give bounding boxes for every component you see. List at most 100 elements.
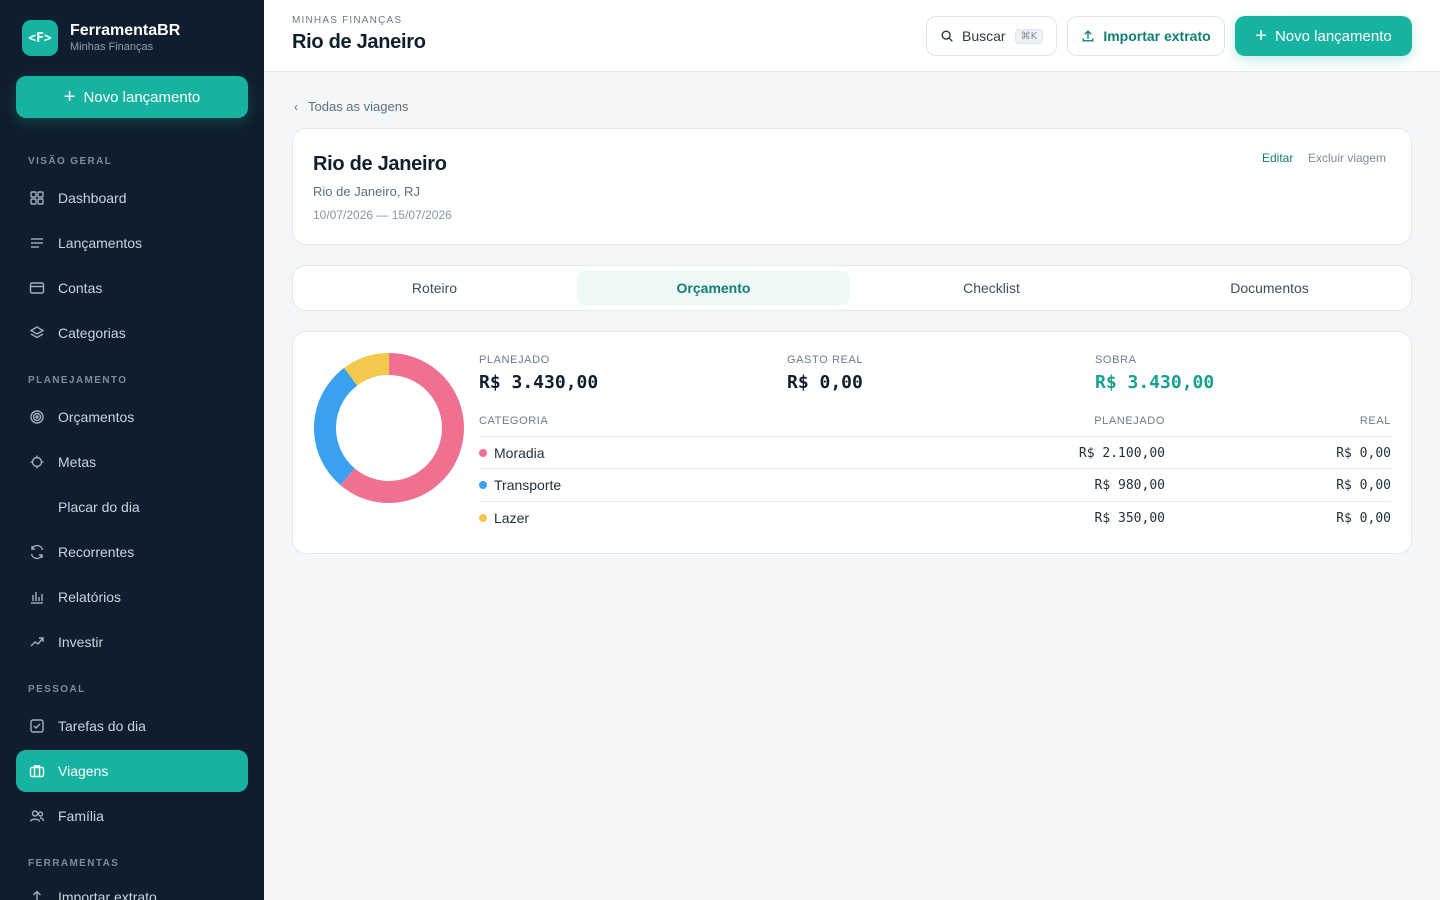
tab-orcamento[interactable]: Orçamento	[577, 271, 850, 305]
refresh-icon	[28, 543, 46, 561]
sidebar-item-relatorios[interactable]: Relatórios	[16, 576, 248, 618]
spent-total-value: R$ 0,00	[787, 372, 863, 393]
brand-name: FerramentaBR	[70, 22, 181, 39]
sidebar-item-investir[interactable]: Investir	[16, 621, 248, 663]
category-name: Moradia	[494, 445, 545, 461]
category-color-dot	[479, 449, 487, 457]
sidebar-item-label: Metas	[58, 454, 97, 470]
list-icon	[28, 234, 46, 252]
upload-icon	[28, 888, 46, 900]
upload-icon	[1082, 30, 1094, 42]
real-amount: R$ 0,00	[1336, 511, 1391, 526]
sidebar-item-label: Dashboard	[58, 190, 127, 206]
sidebar-item-importar-extrato[interactable]: Importar extrato	[16, 876, 248, 900]
planned-amount: R$ 350,00	[1094, 511, 1165, 526]
back-link-label: Todas as viagens	[308, 99, 409, 114]
column-header-category: CATEGORIA	[479, 415, 549, 427]
sidebar-new-entry-button[interactable]: + Novo lançamento	[16, 76, 248, 118]
search-shortcut-badge: ⌘K	[1014, 28, 1044, 44]
plus-icon: +	[1255, 25, 1267, 47]
sidebar-item-label: Orçamentos	[58, 409, 135, 425]
new-entry-label: Novo lançamento	[1274, 27, 1392, 45]
column-header-real: REAL	[1359, 415, 1391, 427]
section-label-overview: VISÃO GERAL	[28, 156, 113, 167]
sidebar-item-label: Viagens	[58, 763, 109, 779]
sidebar-item-orcamentos[interactable]: Orçamentos	[16, 396, 248, 438]
category-color-dot	[479, 481, 487, 489]
sidebar-item-metas[interactable]: Metas	[16, 441, 248, 483]
layers-icon	[28, 324, 46, 342]
sidebar-item-label: Categorias	[58, 325, 126, 341]
sidebar-item-label: Lançamentos	[58, 235, 143, 251]
back-to-trips-link[interactable]: ‹ Todas as viagens	[294, 99, 408, 114]
edit-trip-link[interactable]: Editar	[1262, 151, 1293, 165]
remaining-total-label: SOBRA	[1095, 354, 1137, 366]
column-header-planned: PLANEJADO	[1094, 415, 1165, 427]
sidebar-item-tarefas-do-dia[interactable]: Tarefas do dia	[16, 705, 248, 747]
checkbox-icon	[28, 717, 46, 735]
sidebar-item-lancamentos[interactable]: Lançamentos	[16, 222, 248, 264]
table-row: Transporte R$ 980,00 R$ 0,00	[479, 468, 1391, 501]
sidebar-item-label: Placar do dia	[58, 499, 140, 515]
bar-chart-icon	[28, 588, 46, 606]
card-icon	[28, 279, 46, 297]
search-button[interactable]: Buscar ⌘K	[926, 16, 1057, 56]
sidebar-item-label: Família	[58, 808, 104, 824]
sidebar-item-recorrentes[interactable]: Recorrentes	[16, 531, 248, 573]
sidebar-item-familia[interactable]: Família	[16, 795, 248, 837]
sidebar-item-contas[interactable]: Contas	[16, 267, 248, 309]
target-icon	[28, 408, 46, 426]
donut-slice-transporte	[314, 367, 358, 486]
table-row: Lazer R$ 350,00 R$ 0,00	[479, 501, 1391, 534]
spent-total-label: GASTO REAL	[787, 354, 864, 366]
sidebar-item-label: Importar extrato	[58, 889, 157, 900]
table-row: Moradia R$ 2.100,00 R$ 0,00	[479, 436, 1391, 469]
section-label-personal: PESSOAL	[28, 684, 86, 695]
tab-checklist[interactable]: Checklist	[856, 271, 1127, 305]
chevron-left-icon: ‹	[294, 99, 298, 114]
header-eyebrow: MINHAS FINANÇAS	[292, 15, 403, 26]
budget-card: PLANEJADO R$ 3.430,00 GASTO REAL R$ 0,00…	[292, 331, 1412, 554]
sidebar-item-dashboard[interactable]: Dashboard	[16, 177, 248, 219]
search-icon	[941, 30, 953, 42]
crosshair-icon	[28, 453, 46, 471]
category-color-dot	[479, 514, 487, 522]
brand-logo: <F>	[22, 20, 58, 56]
page-title: Rio de Janeiro	[292, 31, 426, 53]
sidebar-item-categorias[interactable]: Categorias	[16, 312, 248, 354]
trip-summary-card: Rio de Janeiro Rio de Janeiro, RJ 10/07/…	[292, 128, 1412, 245]
grid-icon	[28, 189, 46, 207]
sidebar-item-label: Tarefas do dia	[58, 718, 146, 734]
users-icon	[28, 807, 46, 825]
donut-slice-moradia	[340, 353, 464, 503]
sidebar-item-label: Investir	[58, 634, 104, 650]
brand[interactable]: <F> FerramentaBR Minhas Finanças	[0, 0, 264, 56]
category-name: Transporte	[494, 477, 562, 493]
trip-tabs: Roteiro Orçamento Checklist Documentos	[292, 265, 1412, 311]
real-amount: R$ 0,00	[1336, 478, 1391, 493]
top-header: MINHAS FINANÇAS Rio de Janeiro Buscar ⌘K…	[264, 0, 1440, 72]
section-label-planning: PLANEJAMENTO	[28, 375, 128, 386]
tab-roteiro[interactable]: Roteiro	[299, 271, 570, 305]
trip-location: Rio de Janeiro, RJ	[313, 184, 420, 199]
budget-donut-chart	[314, 353, 464, 503]
sidebar-new-entry-label: Novo lançamento	[83, 88, 201, 106]
brand-subtitle: Minhas Finanças	[70, 41, 154, 53]
trip-title: Rio de Janeiro	[313, 153, 447, 175]
delete-trip-link[interactable]: Excluir viagem	[1308, 151, 1386, 165]
sidebar: <F> FerramentaBR Minhas Finanças + Novo …	[0, 0, 264, 900]
import-statement-button[interactable]: Importar extrato	[1067, 16, 1225, 56]
real-amount: R$ 0,00	[1336, 446, 1391, 461]
suitcase-icon	[28, 762, 46, 780]
planned-amount: R$ 2.100,00	[1078, 446, 1165, 461]
sidebar-item-viagens[interactable]: Viagens	[16, 750, 248, 792]
plus-icon: +	[63, 86, 76, 108]
import-statement-label: Importar extrato	[1103, 28, 1211, 44]
sidebar-item-placar-do-dia[interactable]: Placar do dia	[16, 486, 248, 528]
search-label: Buscar	[962, 28, 1006, 44]
sidebar-item-label: Recorrentes	[58, 544, 135, 560]
new-entry-button[interactable]: + Novo lançamento	[1235, 16, 1412, 56]
planned-total-label: PLANEJADO	[479, 354, 550, 366]
tab-documentos[interactable]: Documentos	[1134, 271, 1405, 305]
trip-dates: 10/07/2026 — 15/07/2026	[313, 208, 452, 222]
